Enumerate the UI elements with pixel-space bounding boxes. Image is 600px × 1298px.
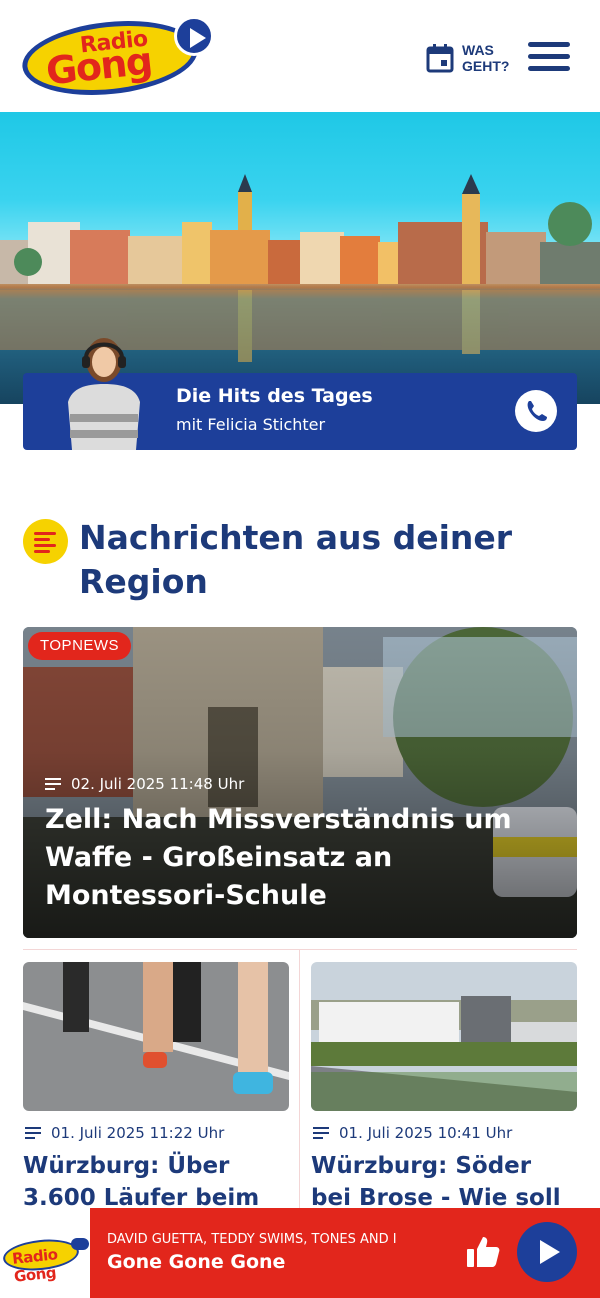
news-card-image: [311, 962, 577, 1111]
top-story-meta: 02. Juli 2025 11:48 Uhr: [45, 775, 244, 793]
player-station-logo[interactable]: Radio Gong: [0, 1208, 90, 1298]
divider-vertical: [299, 950, 300, 1210]
site-header: Radio Gong WAS GEHT?: [0, 0, 600, 112]
thumbs-up-icon[interactable]: [465, 1235, 501, 1269]
news-card-meta: 01. Juli 2025 10:41 Uhr: [311, 1124, 577, 1142]
article-icon: [45, 778, 61, 790]
show-title: Die Hits des Tages: [176, 385, 373, 407]
article-icon: [313, 1127, 329, 1139]
top-story-date: 02. Juli 2025 11:48 Uhr: [71, 775, 245, 793]
calendar-icon: [426, 43, 454, 73]
divider: [23, 949, 577, 950]
show-host: mit Felicia Stichter: [176, 415, 326, 434]
news-card-image: [23, 962, 289, 1111]
news-card[interactable]: 01. Juli 2025 10:41 Uhr Würzburg: Söder …: [311, 962, 577, 1246]
now-playing-artist: DAVID GUETTA, TEDDY SWIMS, TONES AND I: [107, 1232, 397, 1247]
top-story-headline[interactable]: Zell: Nach Missverständnis um Waffe - Gr…: [45, 801, 545, 915]
news-card[interactable]: 01. Juli 2025 11:22 Uhr Würzburg: Über 3…: [23, 962, 289, 1214]
mini-logo: Radio Gong: [1, 1236, 89, 1286]
whatsapp-icon[interactable]: [515, 390, 557, 432]
section-title: Nachrichten aus deiner Region: [79, 518, 513, 601]
was-geht-label: WAS GEHT?: [462, 42, 510, 74]
was-geht-button[interactable]: WAS GEHT?: [426, 38, 516, 78]
logo-play-icon: [174, 16, 214, 56]
mini-logo-badge: [71, 1238, 89, 1250]
radio-gong-logo[interactable]: Radio Gong: [18, 12, 214, 104]
news-section-icon: [23, 519, 68, 564]
now-playing-title: Gone Gone Gone: [107, 1251, 286, 1273]
article-icon: [25, 1127, 41, 1139]
host-photo: [62, 330, 146, 450]
news-card-date: 01. Juli 2025 11:22 Uhr: [51, 1124, 225, 1142]
news-card-date: 01. Juli 2025 10:41 Uhr: [339, 1124, 513, 1142]
topnews-badge: TOPNEWS: [28, 632, 132, 660]
play-icon[interactable]: [517, 1222, 577, 1282]
news-card-meta: 01. Juli 2025 11:22 Uhr: [23, 1124, 289, 1142]
news-card-title[interactable]: Würzburg: Über 3.600 Läufer beim: [23, 1150, 289, 1214]
top-story-card[interactable]: TOPNEWS 02. Juli 2025 11:48 Uhr Zell: Na…: [23, 627, 577, 938]
hamburger-menu-icon[interactable]: [528, 40, 572, 72]
radio-player: Radio Gong DAVID GUETTA, TEDDY SWIMS, TO…: [0, 1208, 600, 1298]
now-playing-bar[interactable]: DAVID GUETTA, TEDDY SWIMS, TONES AND I G…: [90, 1208, 600, 1298]
